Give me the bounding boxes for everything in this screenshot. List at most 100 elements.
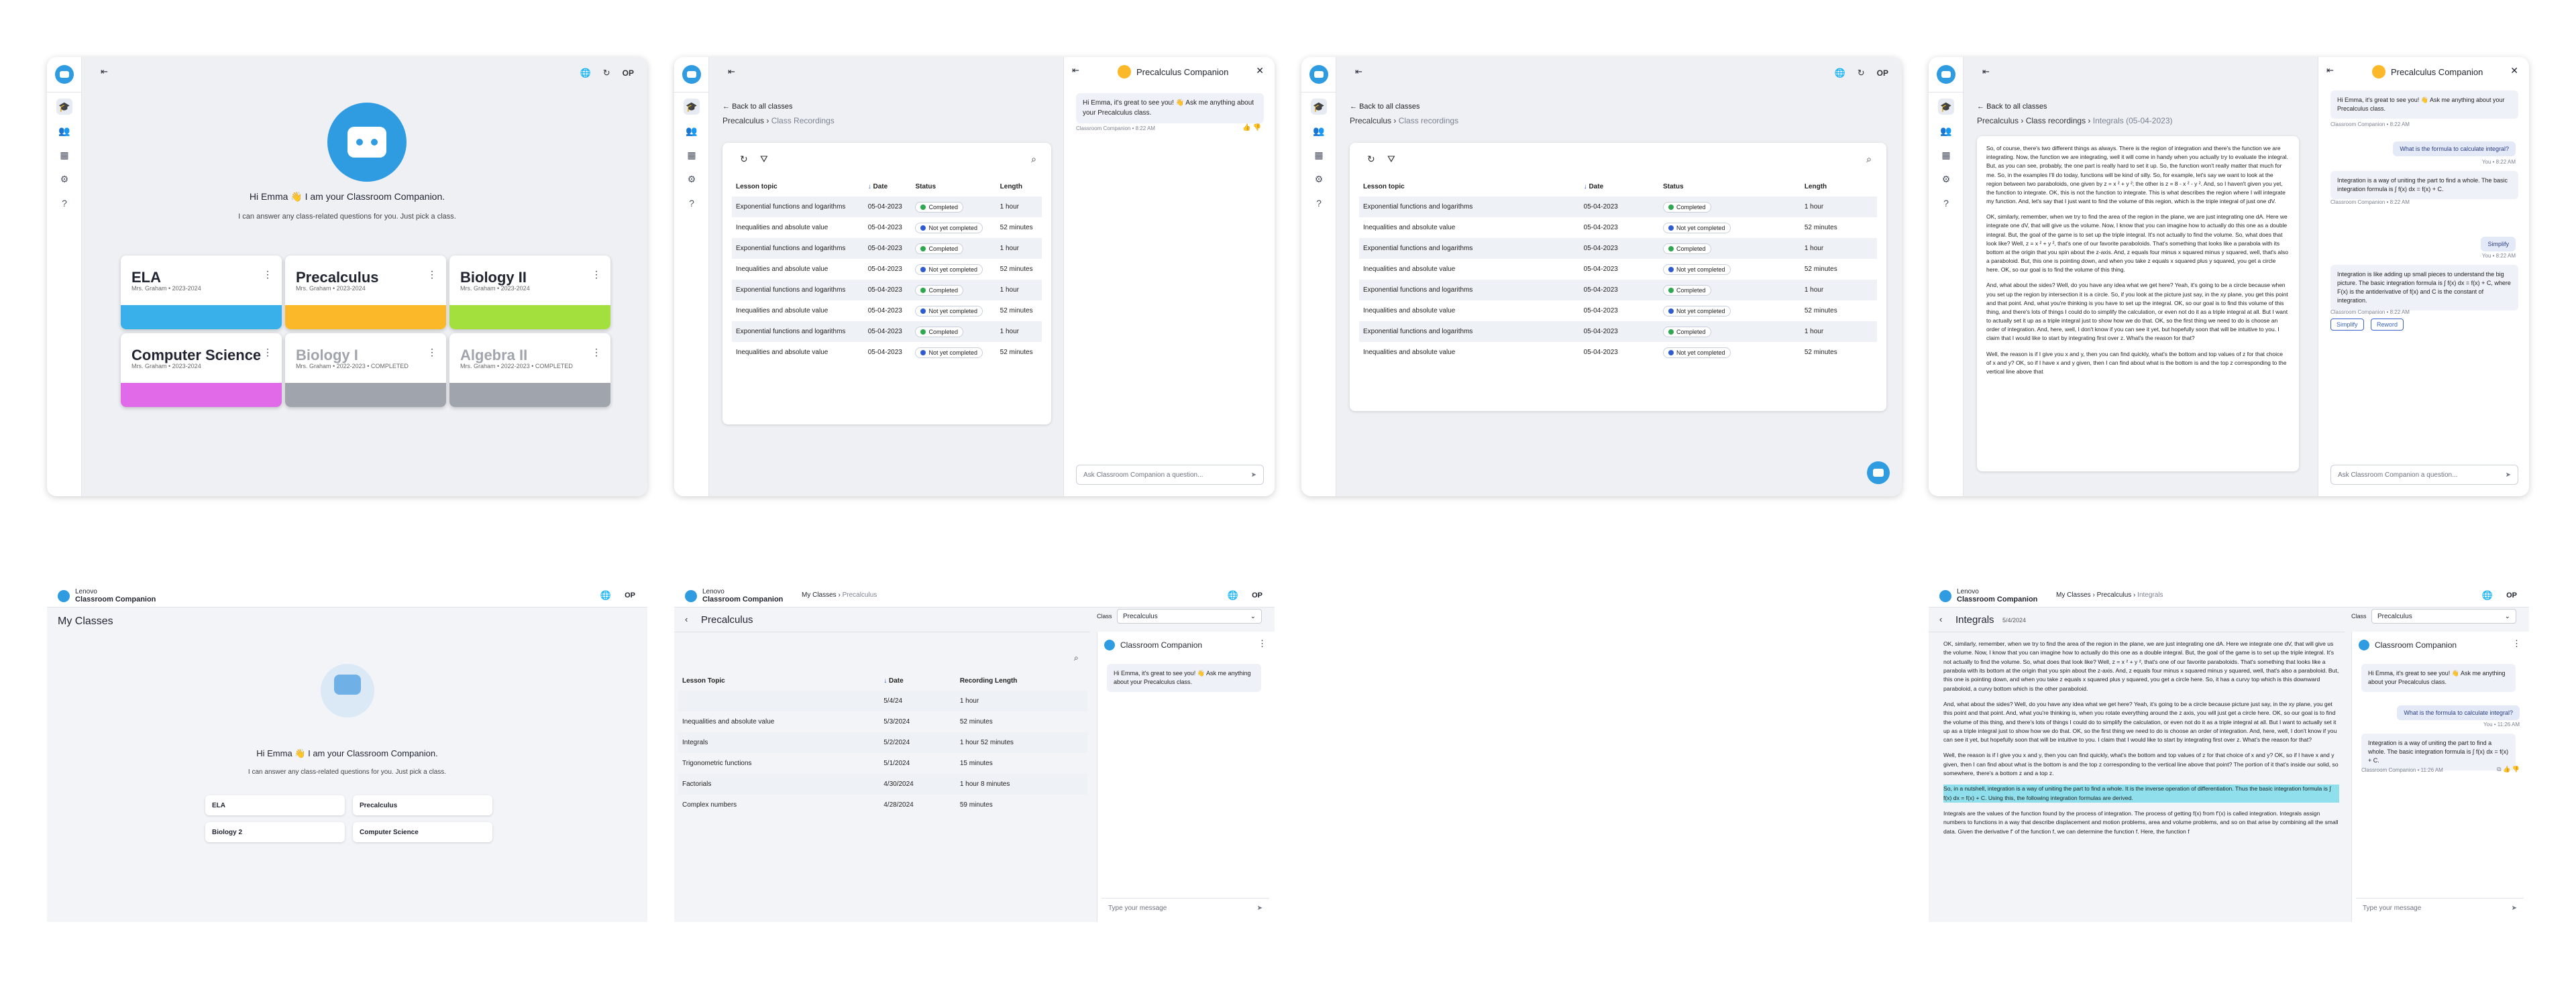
send-icon[interactable]: ➤ xyxy=(2512,905,2517,912)
globe-icon[interactable]: 🌐 xyxy=(1835,68,1845,78)
refresh-icon[interactable]: ↻ xyxy=(603,68,610,78)
app-logo[interactable] xyxy=(55,65,74,84)
table-row[interactable]: Inequalities and absolute value 05-04-202… xyxy=(1359,217,1877,238)
companion-fab[interactable] xyxy=(1867,461,1890,484)
class-card[interactable]: ELA Mrs. Graham • 2023-2024 ⋮ xyxy=(121,255,282,329)
class-pill-biology2[interactable]: Biology 2 xyxy=(205,822,345,842)
table-row[interactable]: Inequalities and absolute value 05-04-202… xyxy=(732,342,1042,363)
table-row[interactable]: Inequalities and absolute value 05-04-202… xyxy=(1359,259,1877,280)
settings-nav-icon[interactable]: ⚙ xyxy=(684,171,700,187)
reword-button[interactable]: Reword xyxy=(2371,319,2404,331)
globe-icon[interactable]: 🌐 xyxy=(600,590,611,601)
crumb-my-classes[interactable]: My Classes xyxy=(802,591,837,599)
table-row[interactable]: Integrals 5/2/2024 1 hour 52 minutes xyxy=(678,732,1087,753)
people-nav-icon[interactable]: 👥 xyxy=(1311,123,1327,139)
app-logo[interactable] xyxy=(1939,590,1951,602)
class-card[interactable]: Biology I Mrs. Graham • 2022-2023 • COMPL… xyxy=(285,333,446,407)
ask-input[interactable]: Ask Classroom Companion a question... ➤ xyxy=(2330,465,2518,485)
column-header[interactable]: ↓ Date xyxy=(1580,176,1659,196)
table-row[interactable]: 5/4/24 1 hour xyxy=(678,691,1087,711)
more-icon[interactable]: ⋮ xyxy=(427,347,437,358)
class-select[interactable]: Precalculus ⌄ xyxy=(2371,609,2516,624)
class-pill-cs[interactable]: Computer Science xyxy=(353,822,492,842)
column-header[interactable]: ↓ Date xyxy=(864,176,912,196)
collapse-chat-icon[interactable]: ⇤ xyxy=(1072,65,1079,76)
table-row[interactable]: Complex numbers 4/28/2024 59 minutes xyxy=(678,795,1087,815)
chart-nav-icon[interactable]: ▦ xyxy=(1311,147,1327,163)
help-nav-icon[interactable]: ? xyxy=(1311,195,1327,211)
back-link[interactable]: ← Back to all classes xyxy=(1977,103,2047,111)
sort-icon[interactable]: ↓ xyxy=(883,677,889,685)
filter-icon[interactable]: ⛛ xyxy=(760,154,768,165)
globe-icon[interactable]: 🌐 xyxy=(1228,590,1238,601)
settings-nav-icon[interactable]: ⚙ xyxy=(56,171,72,187)
search-icon[interactable]: ⌕ xyxy=(1074,653,1079,663)
table-row[interactable]: Exponential functions and logarithms 05-0… xyxy=(732,238,1042,259)
table-row[interactable]: Exponential functions and logarithms 05-0… xyxy=(732,196,1042,217)
send-icon[interactable]: ➤ xyxy=(1257,905,1263,912)
back-link[interactable]: ← Back to all classes xyxy=(1350,103,1420,111)
table-row[interactable]: Trigonometric functions 5/1/2024 15 minute… xyxy=(678,753,1087,774)
crumb-class[interactable]: Precalculus xyxy=(722,116,764,125)
collapse-icon[interactable]: ⇤ xyxy=(101,66,108,77)
help-nav-icon[interactable]: ? xyxy=(1938,195,1954,211)
app-logo[interactable] xyxy=(682,65,701,84)
table-row[interactable]: Inequalities and absolute value 05-04-202… xyxy=(732,300,1042,321)
collapse-icon[interactable]: ⇤ xyxy=(728,66,735,77)
table-row[interactable]: Exponential functions and logarithms 05-0… xyxy=(1359,196,1877,217)
table-row[interactable]: Inequalities and absolute value 05-04-202… xyxy=(1359,300,1877,321)
settings-nav-icon[interactable]: ⚙ xyxy=(1311,171,1327,187)
table-row[interactable]: Inequalities and absolute value 05-04-202… xyxy=(732,217,1042,238)
table-row[interactable]: Exponential functions and logarithms 05-0… xyxy=(1359,238,1877,259)
class-select[interactable]: Precalculus ⌄ xyxy=(1117,609,1262,624)
refresh-icon[interactable]: ↻ xyxy=(1367,154,1375,165)
send-icon[interactable]: ➤ xyxy=(1251,471,1256,479)
filter-icon[interactable]: ⛛ xyxy=(1387,154,1395,165)
classes-nav-icon[interactable]: 🎓 xyxy=(1311,99,1327,115)
class-card[interactable]: Computer Science Mrs. Graham • 2023-2024 ⋮ xyxy=(121,333,282,407)
collapse-icon[interactable]: ⇤ xyxy=(1355,66,1362,77)
more-icon[interactable]: ⋮ xyxy=(263,269,272,280)
search-icon[interactable]: ⌕ xyxy=(1031,154,1036,165)
people-nav-icon[interactable]: 👥 xyxy=(684,123,700,139)
app-logo[interactable] xyxy=(685,590,697,602)
crumb-precalculus[interactable]: Precalculus xyxy=(2097,591,2132,599)
settings-nav-icon[interactable]: ⚙ xyxy=(1938,171,1954,187)
chart-nav-icon[interactable]: ▦ xyxy=(56,147,72,163)
classes-nav-icon[interactable]: 🎓 xyxy=(1938,99,1954,115)
app-logo[interactable] xyxy=(1309,65,1328,84)
user-avatar[interactable]: OP xyxy=(623,68,634,78)
crumb-class[interactable]: Precalculus xyxy=(1350,116,1391,125)
user-avatar[interactable]: OP xyxy=(625,591,635,599)
back-link[interactable]: ← Back to all classes xyxy=(722,103,793,111)
message-actions[interactable]: ⧉ 👍 👎 xyxy=(2497,766,2520,773)
more-icon[interactable]: ⋮ xyxy=(427,269,437,280)
close-icon[interactable]: ✕ xyxy=(2510,65,2518,76)
collapse-icon[interactable]: ⇤ xyxy=(1982,66,1990,77)
back-icon[interactable]: ‹ xyxy=(1939,614,1942,624)
more-icon[interactable]: ⋮ xyxy=(2512,638,2521,649)
classes-nav-icon[interactable]: 🎓 xyxy=(56,99,72,115)
table-row[interactable]: Factorials 4/30/2024 1 hour 8 minutes xyxy=(678,774,1087,795)
close-icon[interactable]: ✕ xyxy=(1256,65,1264,76)
more-icon[interactable]: ⋮ xyxy=(1258,638,1267,649)
thumbs-icons[interactable]: 👍 👎 xyxy=(1242,124,1261,131)
help-nav-icon[interactable]: ? xyxy=(684,195,700,211)
collapse-chat-icon[interactable]: ⇤ xyxy=(2326,65,2334,76)
search-icon[interactable]: ⌕ xyxy=(1866,154,1872,165)
table-row[interactable]: Inequalities and absolute value 05-04-202… xyxy=(1359,342,1877,363)
refresh-icon[interactable]: ↻ xyxy=(1858,68,1865,78)
class-card[interactable]: Algebra II Mrs. Graham • 2022-2023 • COMP… xyxy=(449,333,610,407)
globe-icon[interactable]: 🌐 xyxy=(2482,590,2493,601)
people-nav-icon[interactable]: 👥 xyxy=(1938,123,1954,139)
crumb-class[interactable]: Precalculus xyxy=(1977,116,2019,125)
chart-nav-icon[interactable]: ▦ xyxy=(1938,147,1954,163)
column-header[interactable]: ↓ Date xyxy=(879,671,956,691)
crumb-recordings[interactable]: Class recordings xyxy=(2026,116,2086,125)
chart-nav-icon[interactable]: ▦ xyxy=(684,147,700,163)
app-logo[interactable] xyxy=(1937,65,1955,84)
more-icon[interactable]: ⋮ xyxy=(592,269,601,280)
table-row[interactable]: Exponential functions and logarithms 05-0… xyxy=(1359,280,1877,300)
class-card[interactable]: Precalculus Mrs. Graham • 2023-2024 ⋮ xyxy=(285,255,446,329)
message-input[interactable]: Type your message ➤ xyxy=(2356,898,2524,918)
